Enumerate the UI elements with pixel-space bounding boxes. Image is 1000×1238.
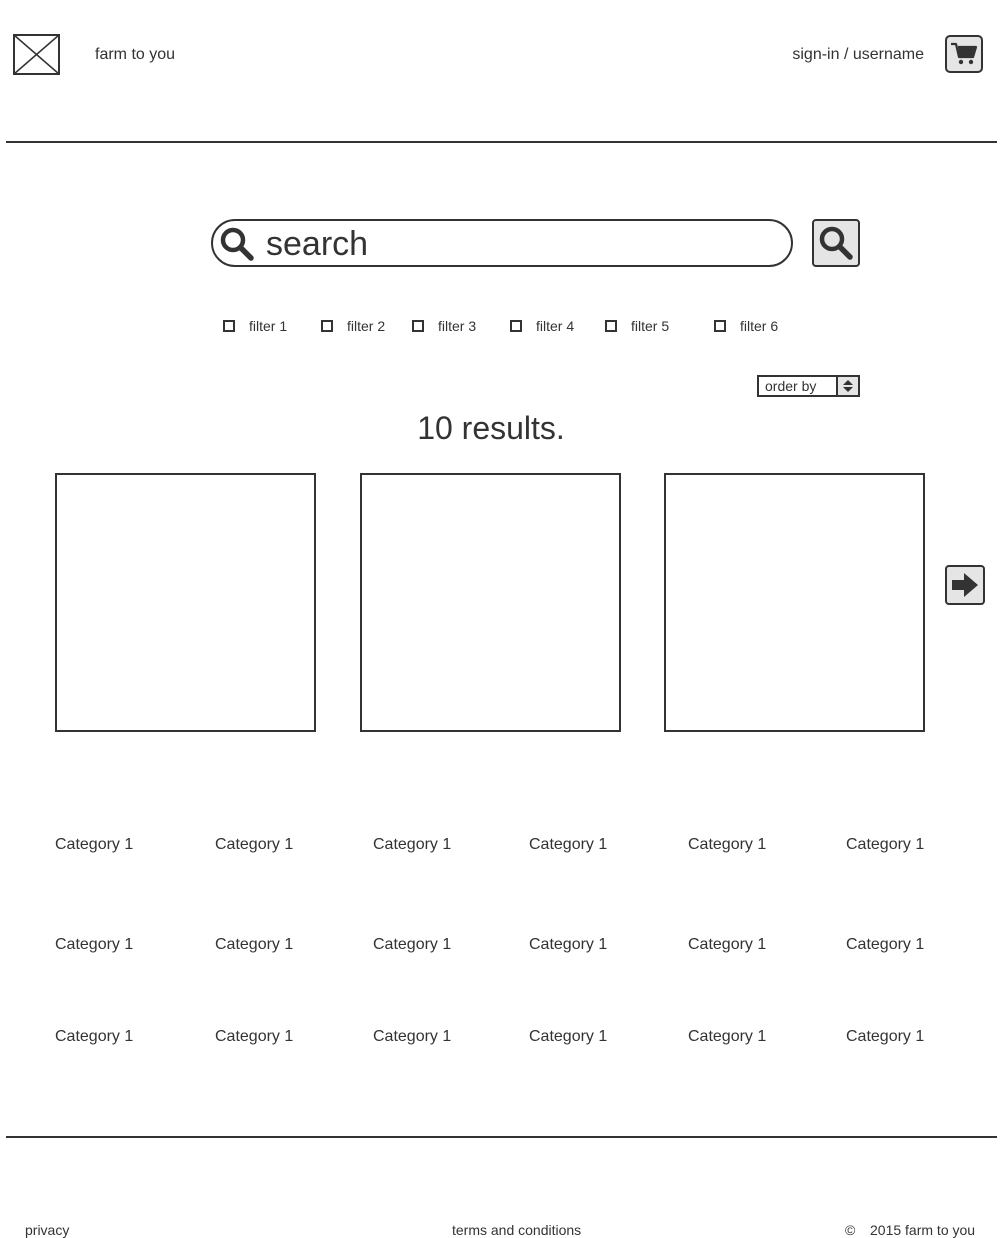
- arrow-right-icon: [952, 573, 978, 597]
- filter-label: filter 6: [740, 318, 779, 334]
- footer-divider: [6, 1136, 997, 1138]
- search-icon: [819, 226, 853, 260]
- search-placeholder: search: [266, 225, 369, 263]
- category-link[interactable]: Category 1: [688, 1028, 766, 1046]
- search-input[interactable]: search: [211, 219, 793, 267]
- filter-label: filter 4: [536, 318, 575, 334]
- privacy-link[interactable]: privacy: [25, 1222, 69, 1238]
- checkbox[interactable]: [605, 320, 617, 332]
- checkbox[interactable]: [510, 320, 522, 332]
- checkbox[interactable]: [223, 320, 235, 332]
- filter-label: filter 5: [631, 318, 670, 334]
- filter-2-checkbox[interactable]: filter 2: [321, 318, 385, 334]
- category-link[interactable]: Category 1: [529, 836, 607, 854]
- filter-label: filter 1: [249, 318, 288, 334]
- copyright-symbol: ©: [845, 1222, 856, 1238]
- spinner-arrows-icon[interactable]: [836, 377, 858, 395]
- filter-label: filter 2: [347, 318, 386, 334]
- category-link[interactable]: Category 1: [529, 1028, 607, 1046]
- order-by-value: order by: [765, 378, 817, 394]
- logo-image-placeholder[interactable]: [13, 34, 60, 75]
- category-link[interactable]: Category 1: [373, 1028, 451, 1046]
- filter-label: filter 3: [438, 318, 477, 334]
- checkbox[interactable]: [412, 320, 424, 332]
- category-link[interactable]: Category 1: [373, 936, 451, 954]
- category-link[interactable]: Category 1: [215, 836, 293, 854]
- category-link[interactable]: Category 1: [55, 836, 133, 854]
- category-link[interactable]: Category 1: [55, 936, 133, 954]
- category-link[interactable]: Category 1: [688, 836, 766, 854]
- checkbox[interactable]: [321, 320, 333, 332]
- checkbox[interactable]: [714, 320, 726, 332]
- product-card[interactable]: [55, 473, 316, 732]
- next-button[interactable]: [945, 565, 985, 605]
- category-link[interactable]: Category 1: [215, 1028, 293, 1046]
- category-link[interactable]: Category 1: [846, 936, 924, 954]
- category-link[interactable]: Category 1: [846, 1028, 924, 1046]
- terms-link[interactable]: terms and conditions: [452, 1222, 581, 1238]
- category-link[interactable]: Category 1: [215, 936, 293, 954]
- search-icon: [220, 227, 254, 261]
- cart-button[interactable]: [945, 35, 983, 73]
- copyright-text: 2015 farm to you: [870, 1222, 976, 1238]
- sign-in-link[interactable]: sign-in / username: [792, 46, 924, 64]
- category-link[interactable]: Category 1: [688, 936, 766, 954]
- site-name-link[interactable]: farm to you: [95, 46, 175, 64]
- filter-3-checkbox[interactable]: filter 3: [412, 318, 476, 334]
- order-by-select[interactable]: order by: [757, 375, 860, 397]
- filter-4-checkbox[interactable]: filter 4: [510, 318, 574, 334]
- header-divider: [6, 141, 997, 143]
- product-card[interactable]: [360, 473, 621, 732]
- results-count: 10 results.: [417, 410, 565, 446]
- category-link[interactable]: Category 1: [846, 836, 924, 854]
- filter-5-checkbox[interactable]: filter 5: [605, 318, 669, 334]
- shopping-cart-icon: [951, 42, 978, 65]
- filter-6-checkbox[interactable]: filter 6: [714, 318, 778, 334]
- filter-1-checkbox[interactable]: filter 1: [223, 318, 287, 334]
- category-link[interactable]: Category 1: [529, 936, 607, 954]
- category-link[interactable]: Category 1: [373, 836, 451, 854]
- category-link[interactable]: Category 1: [55, 1028, 133, 1046]
- product-card[interactable]: [664, 473, 925, 732]
- search-button[interactable]: [812, 219, 860, 267]
